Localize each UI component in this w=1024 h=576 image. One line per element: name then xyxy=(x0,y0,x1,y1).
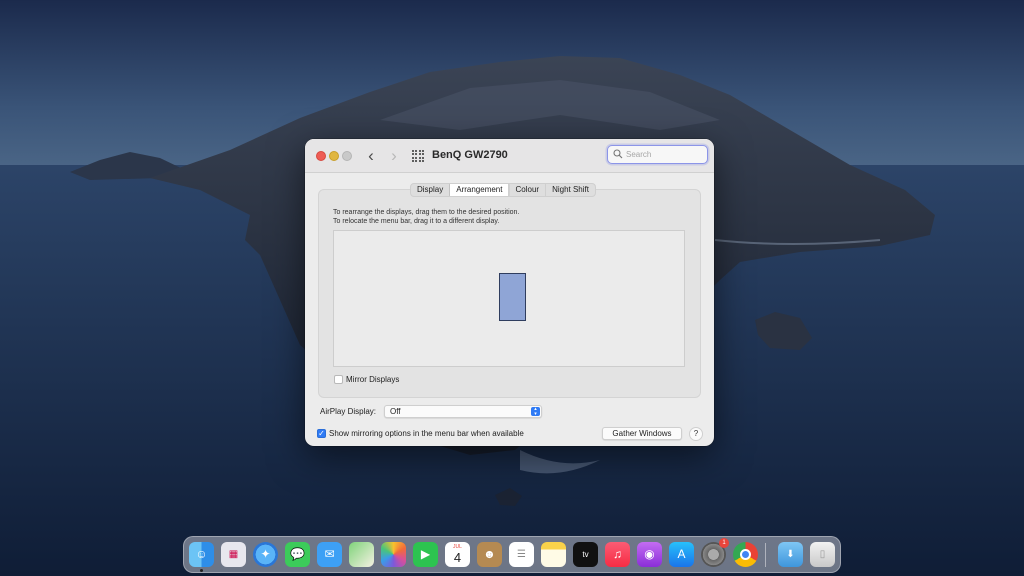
reminders-icon[interactable]: ☰ xyxy=(509,542,534,567)
music-icon[interactable]: ♫ xyxy=(605,542,630,567)
help-button[interactable]: ? xyxy=(689,427,703,441)
safari-icon[interactable]: ✦ xyxy=(253,542,278,567)
display-arrangement-area xyxy=(333,230,685,367)
airplay-display-label: AirPlay Display: xyxy=(320,407,377,416)
zoom-window-button[interactable] xyxy=(342,151,352,161)
display-thumbnail[interactable] xyxy=(499,273,526,321)
menu-bar-instruction: To relocate the menu bar, drag it to a d… xyxy=(333,218,500,225)
displays-preferences-window: ‹ › BenQ GW2790 Display Arrangement Colo… xyxy=(305,139,714,446)
tab-night-shift[interactable]: Night Shift xyxy=(546,184,595,196)
dock-separator xyxy=(765,543,766,567)
tab-arrangement[interactable]: Arrangement xyxy=(450,184,510,196)
photos-icon[interactable] xyxy=(381,542,406,567)
notification-badge: 1 xyxy=(719,538,729,548)
tab-colour[interactable]: Colour xyxy=(509,184,547,196)
notes-icon[interactable] xyxy=(541,542,566,567)
calendar-day: 4 xyxy=(453,550,462,565)
search-field[interactable] xyxy=(607,145,708,164)
minimize-window-button[interactable] xyxy=(329,151,339,161)
contacts-icon[interactable]: ☻ xyxy=(477,542,502,567)
tab-bar: Display Arrangement Colour Night Shift xyxy=(410,183,596,197)
apple-tv-icon[interactable]: tv xyxy=(573,542,598,567)
podcasts-icon[interactable]: ◉ xyxy=(637,542,662,567)
finder-running-indicator xyxy=(200,569,203,572)
close-window-button[interactable] xyxy=(316,151,326,161)
title-bar: ‹ › BenQ GW2790 xyxy=(305,139,714,173)
maps-icon[interactable] xyxy=(349,542,374,567)
chrome-icon[interactable] xyxy=(733,542,758,567)
window-title: BenQ GW2790 xyxy=(432,149,508,161)
select-arrows-icon: ▴ ▾ xyxy=(531,407,540,416)
launchpad-icon[interactable]: ▦ xyxy=(221,542,246,567)
rearrange-instruction: To rearrange the displays, drag them to … xyxy=(333,209,520,216)
forward-chevron-icon[interactable]: › xyxy=(385,146,403,166)
trash-icon[interactable]: ▯ xyxy=(810,542,835,567)
show-mirroring-label: Show mirroring options in the menu bar w… xyxy=(329,429,524,438)
back-chevron-icon[interactable]: ‹ xyxy=(362,146,380,166)
search-icon xyxy=(613,149,623,159)
airplay-selected-value: Off xyxy=(390,407,401,416)
dock: ☺ ▦ ✦ 💬 ✉ ▶ JUL 4 ☻ ☰ tv ♫ ◉ A 1 ⬇ ▯ xyxy=(183,536,841,573)
mirror-displays-label: Mirror Displays xyxy=(346,375,400,384)
calendar-icon[interactable]: JUL 4 xyxy=(445,542,470,567)
chrome-center-icon xyxy=(740,549,751,560)
finder-icon[interactable]: ☺ xyxy=(189,542,214,567)
downloads-folder-icon[interactable]: ⬇ xyxy=(778,542,803,567)
mirror-displays-checkbox[interactable] xyxy=(334,375,343,384)
app-store-icon[interactable]: A xyxy=(669,542,694,567)
show-all-grid-icon[interactable] xyxy=(412,150,424,162)
tab-display[interactable]: Display xyxy=(411,184,451,196)
gather-windows-button[interactable]: Gather Windows xyxy=(602,427,682,440)
facetime-icon[interactable]: ▶ xyxy=(413,542,438,567)
mail-icon[interactable]: ✉ xyxy=(317,542,342,567)
messages-icon[interactable]: 💬 xyxy=(285,542,310,567)
search-input[interactable] xyxy=(626,147,704,161)
show-mirroring-checkbox[interactable]: ✓ xyxy=(317,429,326,438)
airplay-display-select[interactable]: Off ▴ ▾ xyxy=(384,405,542,418)
